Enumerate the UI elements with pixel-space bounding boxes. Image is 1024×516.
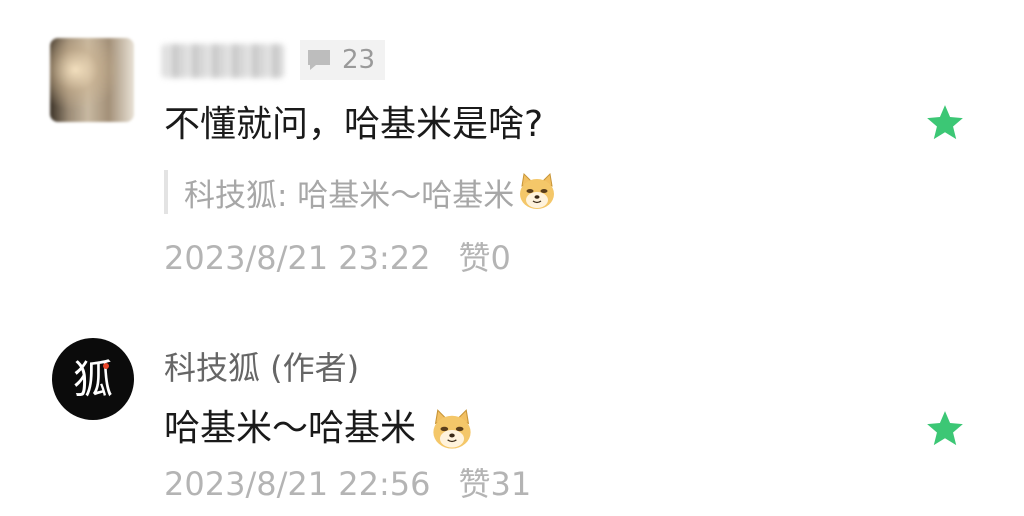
- comment-meta: 2023/8/21 22:56 赞31: [164, 462, 531, 506]
- quoted-reply-text: 科技狐: 哈基米～哈基米: [184, 177, 515, 214]
- comment-item-author: 狐 科技狐 (作者) 哈基米～哈基米 2023/8/21 22:56 赞31: [0, 300, 1024, 516]
- quoted-reply[interactable]: 科技狐: 哈基米～哈基米: [164, 170, 558, 214]
- like-count[interactable]: 赞31: [458, 462, 531, 506]
- reply-count-text: 23: [342, 45, 376, 75]
- reply-count-badge[interactable]: 23: [300, 40, 386, 80]
- author-avatar[interactable]: 狐: [52, 338, 134, 420]
- user-avatar[interactable]: [50, 38, 134, 122]
- comment-item: 23 不懂就问，哈基米是啥? 科技狐: 哈基米～哈基米 2023/8/21 23…: [0, 0, 1024, 300]
- comment-text: 哈基米～哈基米: [164, 404, 475, 454]
- star-icon[interactable]: [924, 408, 966, 450]
- timestamp: 2023/8/21 22:56: [164, 465, 431, 503]
- comment-meta: 2023/8/21 23:22 赞0: [164, 236, 511, 280]
- comment-text: 不懂就问，哈基米是啥?: [164, 104, 544, 145]
- comment-text-content: 哈基米～哈基米: [164, 408, 417, 449]
- speech-bubble-icon: [308, 50, 330, 70]
- fox-logo: 狐: [73, 357, 113, 403]
- username-redacted: [162, 44, 284, 78]
- doge-emoji: [520, 172, 555, 209]
- like-count[interactable]: 赞0: [458, 236, 510, 280]
- comment-list: 23 不懂就问，哈基米是啥? 科技狐: 哈基米～哈基米 2023/8/21 23…: [0, 0, 1024, 516]
- timestamp: 2023/8/21 23:22: [164, 239, 431, 277]
- author-name[interactable]: 科技狐 (作者): [164, 346, 359, 390]
- fox-logo-dot: [103, 363, 109, 369]
- doge-emoji: [433, 409, 472, 449]
- star-icon[interactable]: [924, 102, 966, 144]
